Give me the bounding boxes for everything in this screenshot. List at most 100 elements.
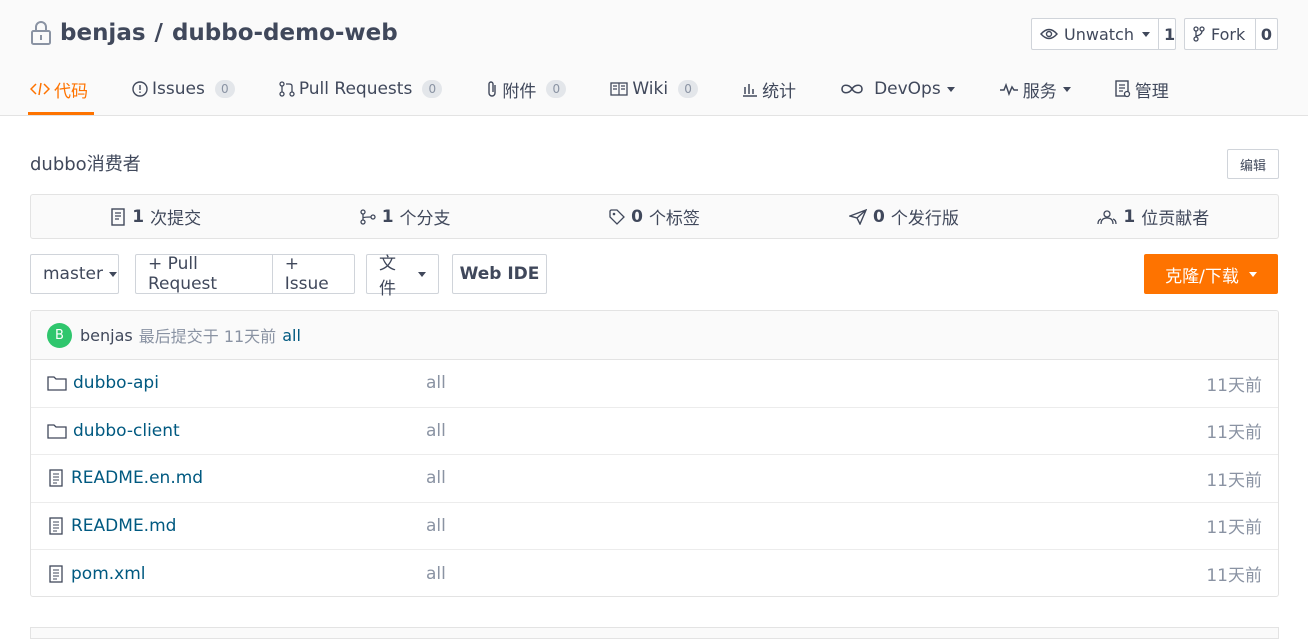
folder-icon — [47, 423, 67, 439]
tab-issues-label: Issues — [152, 79, 205, 99]
tab-code-label: 代码 — [54, 81, 88, 102]
file-name-link[interactable]: dubbo-client — [73, 421, 180, 441]
branch-select[interactable]: master — [30, 254, 119, 294]
edit-description-button[interactable]: 编辑 — [1227, 149, 1279, 179]
unwatch-label: Unwatch — [1064, 24, 1134, 44]
file-entry[interactable]: README.md — [47, 516, 176, 536]
repo-header: benjas / dubbo-demo-web Unwatch 1 Fork 0… — [0, 0, 1308, 116]
file-entry[interactable]: README.en.md — [47, 468, 203, 488]
commit-message-link[interactable]: all — [282, 326, 301, 345]
file-name-link[interactable]: dubbo-api — [73, 373, 159, 393]
stat-commits-label: 次提交 — [150, 209, 202, 229]
tab-issues[interactable]: Issues 0 — [132, 66, 235, 112]
file-menu-content: 文件 — [367, 254, 438, 299]
tab-attachments-badge: 0 — [546, 80, 567, 98]
stat-tags-count: 0 — [631, 206, 643, 227]
tab-services-label: 服务 — [1022, 81, 1057, 102]
release-icon — [849, 208, 867, 225]
file-entry[interactable]: dubbo-client — [47, 421, 180, 441]
issue-icon — [132, 81, 148, 97]
chevron-down-icon — [418, 271, 426, 277]
contributors-icon — [1097, 209, 1118, 225]
pulse-icon — [999, 82, 1019, 96]
stat-tags-label: 个标签 — [648, 209, 700, 229]
file-commit-message[interactable]: all — [426, 516, 446, 536]
tab-manage-label: 管理 — [1134, 81, 1169, 102]
file-commit-message[interactable]: all — [426, 564, 446, 584]
file-name-link[interactable]: README.en.md — [71, 468, 203, 488]
tab-attachments[interactable]: 附件 0 — [486, 66, 567, 112]
repo-title: benjas / dubbo-demo-web — [30, 16, 398, 50]
clone-download-label: 克隆/下载 — [1165, 266, 1239, 287]
file-entry[interactable]: dubbo-api — [47, 373, 159, 393]
eye-icon — [1040, 28, 1058, 40]
paperclip-icon — [486, 80, 498, 98]
readme-panel — [30, 627, 1279, 639]
pull-request-icon — [279, 81, 295, 97]
stat-contributors-label: 位贡献者 — [1141, 209, 1210, 229]
stat-commits-count: 1 — [132, 206, 145, 227]
stat-releases[interactable]: 0 个发行版 — [779, 195, 1028, 238]
tab-wiki-badge: 0 — [678, 80, 699, 98]
chevron-down-icon — [946, 86, 955, 92]
branch-select-label: master — [43, 264, 103, 284]
commit-user-link[interactable]: benjas — [80, 326, 133, 345]
repo-name-link[interactable]: dubbo-demo-web — [172, 20, 398, 46]
repo-owner-link[interactable]: benjas — [60, 20, 146, 46]
tab-code[interactable]: 代码 — [28, 66, 94, 115]
file-name-link[interactable]: pom.xml — [71, 564, 146, 584]
bar-chart-icon — [742, 81, 758, 97]
tab-statistics[interactable]: 统计 — [742, 66, 796, 112]
stat-contributors[interactable]: 1 位贡献者 — [1029, 195, 1278, 238]
tab-devops[interactable]: DevOps — [840, 66, 955, 112]
settings-doc-icon — [1115, 80, 1131, 98]
fork-count[interactable]: 0 — [1254, 19, 1277, 49]
book-icon — [610, 82, 628, 96]
clone-download-button[interactable]: 克隆/下载 — [1144, 254, 1278, 294]
web-ide-button[interactable]: Web IDE — [452, 254, 547, 294]
stat-tags[interactable]: 0 个标签 — [530, 195, 779, 238]
tab-issues-badge: 0 — [214, 80, 235, 98]
file-commit-message[interactable]: all — [426, 373, 446, 393]
fork-button[interactable]: Fork — [1185, 19, 1255, 49]
new-issue-button[interactable]: + Issue — [271, 254, 354, 294]
file-text-icon — [47, 469, 65, 487]
new-pull-request-button[interactable]: + Pull Request — [136, 254, 272, 294]
branch-icon — [360, 208, 376, 225]
file-commit-message[interactable]: all — [426, 421, 446, 441]
file-entry[interactable]: pom.xml — [47, 564, 146, 584]
chevron-down-icon — [1248, 271, 1257, 277]
file-commit-time: 11天前 — [1206, 470, 1262, 491]
watch-count[interactable]: 1 — [1157, 19, 1180, 49]
tab-wiki-label: Wiki — [632, 79, 669, 99]
file-menu-button[interactable]: 文件 — [366, 254, 439, 299]
list-item: dubbo-client all 11天前 — [31, 407, 1278, 455]
tab-devops-label: DevOps — [874, 79, 941, 99]
fork-label: Fork — [1211, 24, 1246, 44]
stat-releases-count: 0 — [873, 206, 885, 227]
tab-statistics-label: 统计 — [762, 81, 797, 102]
repo-description: dubbo消费者 — [30, 154, 141, 175]
watch-button-group: Unwatch 1 — [1031, 18, 1176, 50]
repo-tabs: 代码 Issues 0 Pull Requests 0 附件 0 Wiki 0 … — [28, 66, 1213, 116]
list-item: README.md all 11天前 — [31, 502, 1278, 550]
lock-icon — [30, 20, 60, 46]
file-commit-time: 11天前 — [1206, 518, 1262, 539]
tab-wiki[interactable]: Wiki 0 — [610, 66, 699, 112]
fork-button-group: Fork 0 — [1184, 18, 1278, 50]
file-name-link[interactable]: README.md — [71, 516, 176, 536]
stat-contributors-count: 1 — [1123, 206, 1136, 227]
avatar[interactable]: B — [47, 322, 72, 348]
file-commit-time: 11天前 — [1206, 423, 1262, 444]
tab-attachments-label: 附件 — [502, 81, 537, 102]
stat-commits[interactable]: 1 次提交 — [31, 195, 280, 238]
stat-branches-count: 1 — [381, 206, 394, 227]
unwatch-button[interactable]: Unwatch — [1032, 19, 1158, 49]
tab-manage[interactable]: 管理 — [1115, 66, 1169, 112]
stat-branches[interactable]: 1 个分支 — [280, 195, 529, 238]
tab-services[interactable]: 服务 — [999, 66, 1071, 112]
stat-releases-label: 个发行版 — [890, 209, 959, 229]
tab-pull-requests[interactable]: Pull Requests 0 — [279, 66, 443, 112]
file-menu-label: 文件 — [379, 254, 396, 299]
file-commit-message[interactable]: all — [426, 468, 446, 488]
